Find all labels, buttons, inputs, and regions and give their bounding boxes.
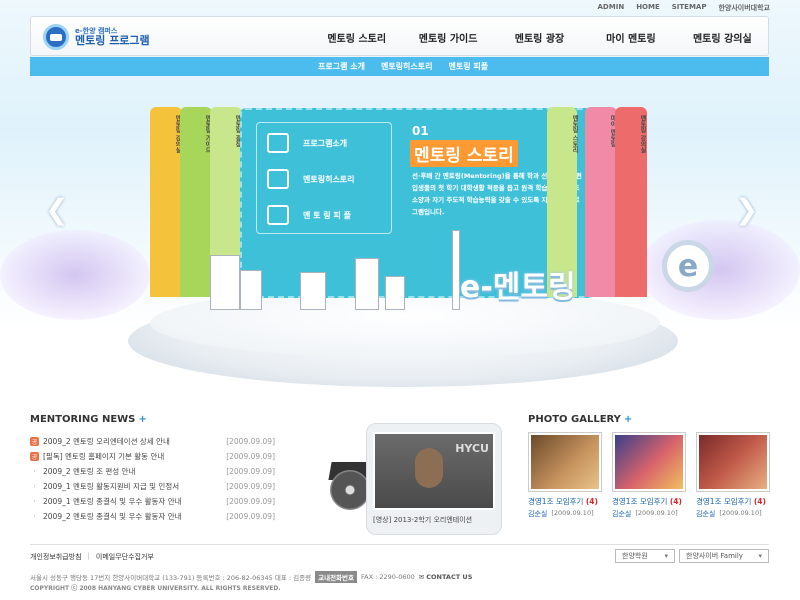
board-number: 01 [412, 124, 429, 138]
subnav-mentoring-history[interactable]: 멘토링히스토리 [381, 61, 433, 72]
copyright: COPYRIGHT ⓒ 2008 HANYANG CYBER UNIVERSIT… [30, 585, 281, 592]
board-menu-people[interactable]: 멘 토 링 피 플 [257, 201, 393, 229]
hero-next-button[interactable]: ❯ [735, 193, 758, 226]
phone-directory-button[interactable]: 교내전화번호 [315, 571, 357, 583]
bullet-icon: · [33, 497, 36, 506]
utility-home-link[interactable]: HOME [636, 3, 660, 13]
mail-icon: ✉ [418, 573, 425, 581]
privacy-policy-link[interactable]: 개인정보취급방침 [30, 552, 82, 562]
hero-tab-right-3[interactable]: 멘토링 강의실 [615, 107, 647, 297]
news-item[interactable]: · 2009_2 멘토링 조 편성 안내 [2009.09.09] [30, 464, 275, 479]
gallery-item[interactable]: 경영1조 모임후기 (4) 김순실 [2009.09.10] [612, 432, 686, 519]
header: e-한양 캠퍼스 멘토링 프로그램 멘토링 스토리 멘토링 가이드 멘토링 광장… [30, 16, 769, 56]
photo-gallery: 경영1조 모임후기 (4) 김순실 [2009.09.10] 경영1조 모임후기 … [528, 432, 770, 519]
gallery-item[interactable]: 경영1조 모임후기 (4) 김순실 [2009.09.10] [528, 432, 602, 519]
monitor-icon [267, 133, 289, 153]
news-item[interactable]: · 2009_2 멘토링 종결식 및 우수 활동자 안내 [2009.09.09] [30, 509, 275, 524]
notice-badge-icon: 공 [30, 437, 39, 446]
hero-tab-left-1[interactable]: 멘토링 강의실 [150, 107, 182, 297]
logo-title: 멘토링 프로그램 [75, 33, 150, 47]
news-section-title: MENTORING NEWS + [30, 414, 147, 425]
film-reel-icon [330, 470, 370, 510]
family-site-select[interactable]: 한양사이버 Family [679, 549, 769, 563]
video-caption[interactable]: [영상] 2013-2학기 오리엔테이션 [373, 515, 495, 525]
board-menu: 프로그램소개 멘토링히스토리 멘 토 링 피 플 [256, 122, 392, 234]
city-building-4 [355, 258, 379, 310]
city-building-1 [210, 255, 240, 310]
utility-links: ADMIN HOME SITEMAP 한양사이버대학교 [598, 3, 770, 13]
hero-prev-button[interactable]: ❮ [45, 193, 68, 226]
gallery-item[interactable]: 경영1조 모임후기 (4) 김순실 [2009.09.10] [696, 432, 770, 519]
utility-admin-link[interactable]: ADMIN [598, 3, 625, 13]
city-building-5 [385, 276, 405, 310]
news-item[interactable]: · 2009_1 멘토링 종결식 및 우수 활동자 안내 [2009.09.09] [30, 494, 275, 509]
bullet-icon: · [33, 482, 36, 491]
site-logo[interactable]: e-한양 캠퍼스 멘토링 프로그램 [43, 24, 150, 50]
document-icon [267, 169, 289, 189]
video-logo-text: HYCU [455, 442, 489, 455]
board-menu-program-intro[interactable]: 프로그램소개 [257, 129, 393, 157]
city-building-2 [240, 270, 262, 310]
logo-badge-icon [43, 24, 69, 50]
news-item[interactable]: 공 [필독] 멘토링 홈페이지 기본 활동 안내 [2009.09.09] [30, 449, 275, 464]
nav-mentoring-plaza[interactable]: 멘토링 광장 [494, 30, 585, 45]
main-navigation: 멘토링 스토리 멘토링 가이드 멘토링 광장 마이 멘토링 멘토링 강의실 [311, 17, 768, 57]
nav-mentoring-guide[interactable]: 멘토링 가이드 [402, 30, 493, 45]
video-thumbnail[interactable]: HYCU [373, 432, 495, 510]
hero-banner: 멘토링 강의실 멘토링 가이드 멘토링 광장 프로그램소개 멘토링히스토리 멘 … [0, 80, 800, 400]
gallery-section-title: PHOTO GALLERY + [528, 414, 633, 425]
subnav-mentoring-people[interactable]: 멘토링 피플 [448, 61, 488, 72]
contact-us-link[interactable]: ✉ CONTACT US [419, 573, 473, 581]
nav-mentoring-classroom[interactable]: 멘토링 강의실 [677, 30, 768, 45]
bullet-icon: · [33, 467, 36, 476]
decor-flower-left [0, 230, 150, 320]
footer-divider [30, 544, 769, 545]
hero-tab-left-2[interactable]: 멘토링 가이드 [180, 107, 212, 297]
city-tower [452, 230, 460, 310]
hero-logo: e-멘토링 [460, 270, 576, 305]
gallery-thumbnail[interactable] [696, 432, 770, 492]
gallery-more-button[interactable]: + [624, 414, 632, 425]
nav-my-mentoring[interactable]: 마이 멘토링 [585, 30, 676, 45]
news-list: 공 2009_2 멘토링 오리엔테이션 상세 안내 [2009.09.09] 공 [필… [30, 434, 275, 524]
footer-links: 개인정보취급방침 | 이메일무단수집거부 [30, 552, 154, 562]
notice-badge-icon: 공 [30, 452, 39, 461]
bullet-icon: · [33, 512, 36, 521]
nav-mentoring-story[interactable]: 멘토링 스토리 [311, 30, 402, 45]
gallery-thumbnail[interactable] [528, 432, 602, 492]
people-icon [267, 205, 289, 225]
board-title: 멘토링 스토리 [410, 140, 518, 167]
hero-e-icon: e [662, 240, 714, 292]
gallery-thumbnail[interactable] [612, 432, 686, 492]
video-speaker-image [415, 448, 443, 488]
email-refusal-link[interactable]: 이메일무단수집거부 [96, 552, 154, 562]
hero-tab-right-2[interactable]: 마이 멘토링 [585, 107, 617, 297]
utility-university-link[interactable]: 한양사이버대학교 [718, 3, 770, 13]
subnav-program-intro[interactable]: 프로그램 소개 [318, 61, 365, 72]
city-building-3 [300, 272, 326, 310]
news-more-button[interactable]: + [138, 414, 146, 425]
hanyang-school-select[interactable]: 한양학원 [615, 549, 675, 563]
board-menu-history[interactable]: 멘토링히스토리 [257, 165, 393, 193]
sub-navigation: 프로그램 소개 멘토링히스토리 멘토링 피플 [30, 57, 769, 76]
news-item[interactable]: · 2009_1 멘토링 활동지원비 지급 및 인정서 [2009.09.09] [30, 479, 275, 494]
utility-sitemap-link[interactable]: SITEMAP [672, 3, 707, 13]
news-item[interactable]: 공 2009_2 멘토링 오리엔테이션 상세 안내 [2009.09.09] [30, 434, 275, 449]
footer-address: 서울시 성동구 행당동 17번지 한양사이버대학교 (133-791) 등록번호… [30, 571, 473, 583]
